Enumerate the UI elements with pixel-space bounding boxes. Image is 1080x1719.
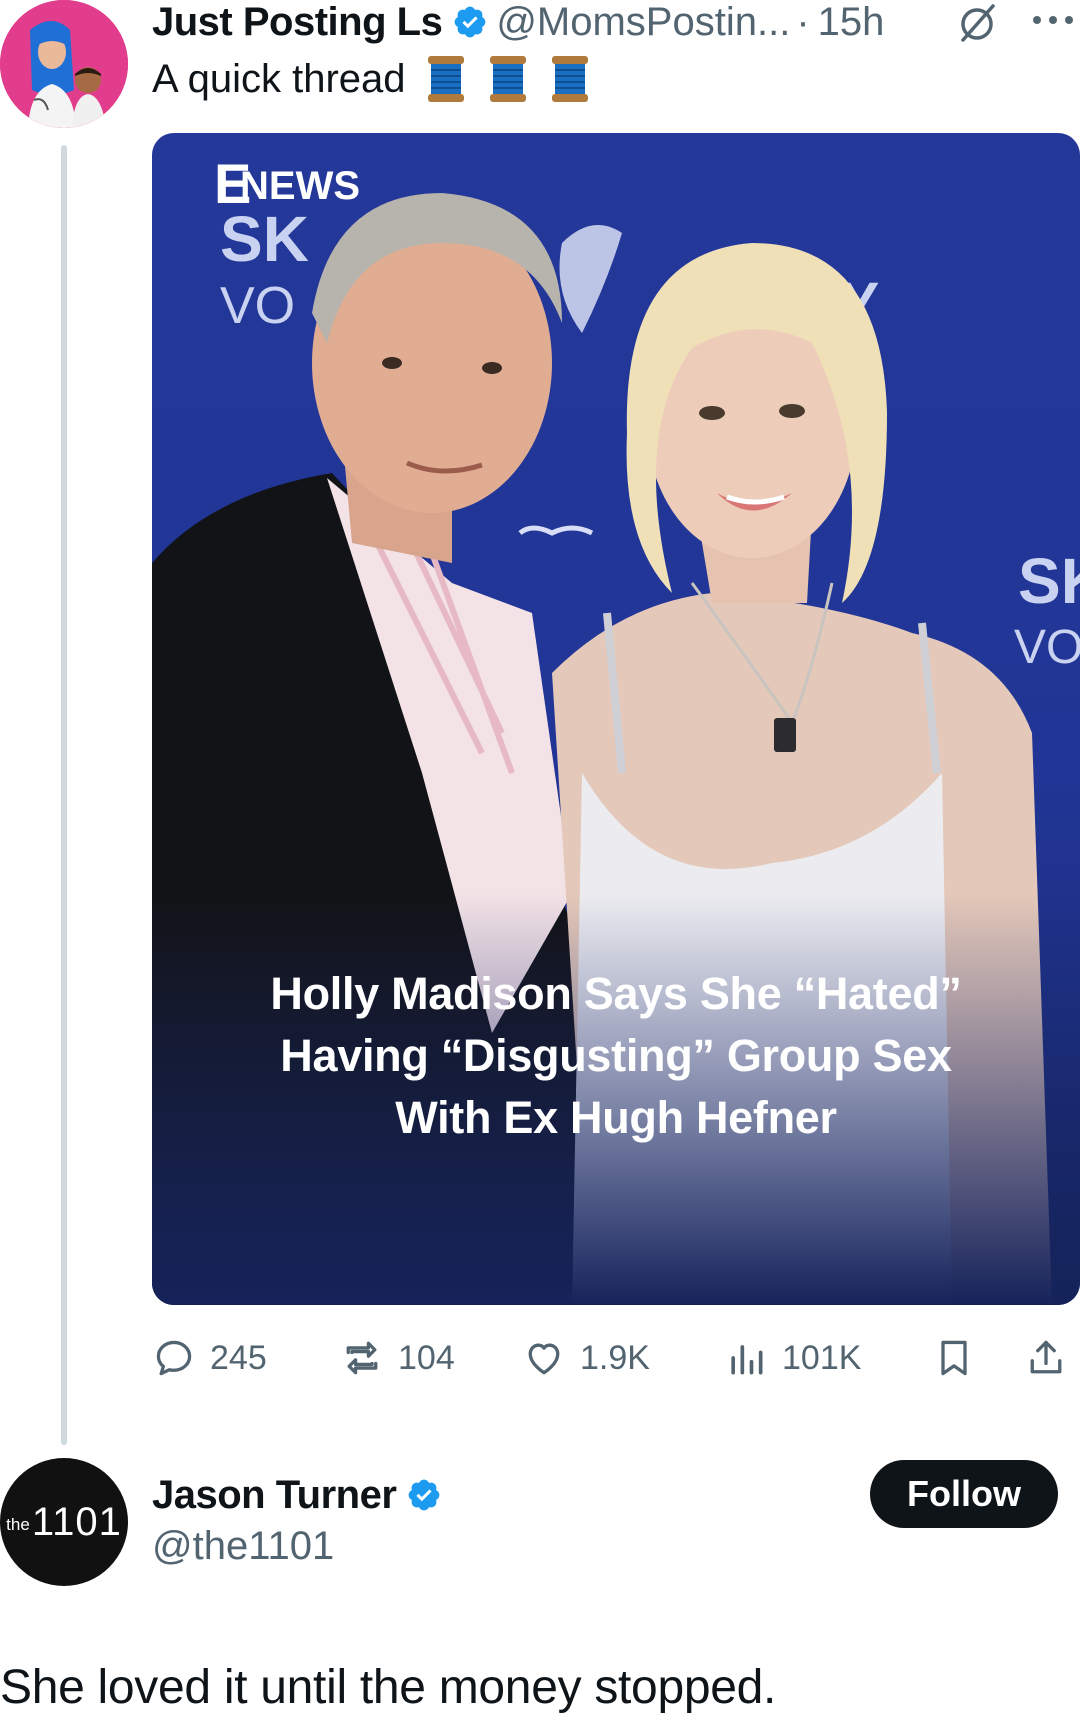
author-avatar[interactable] bbox=[0, 0, 128, 128]
backdrop-text-sk-right: SK bbox=[1018, 545, 1080, 617]
backdrop-text-vo-right: VO bbox=[1014, 621, 1080, 674]
tweet-header: Just Posting Ls @MomsPostin... · 15h bbox=[152, 0, 884, 44]
reply-text: She loved it until the money stopped. bbox=[0, 1661, 777, 1714]
verified-badge-icon bbox=[409, 1479, 440, 1511]
avatar-text-number: 1101 bbox=[31, 1499, 122, 1544]
heart-icon bbox=[528, 1343, 560, 1375]
reply-count: 245 bbox=[210, 1338, 267, 1377]
share-icon bbox=[1030, 1340, 1062, 1374]
spool-of-thread-icon bbox=[551, 56, 588, 102]
reply-author-name-row: Jason Turner bbox=[152, 1470, 450, 1520]
repost-icon bbox=[346, 1341, 378, 1375]
follow-button[interactable]: Follow bbox=[870, 1460, 1058, 1528]
reply-author-name[interactable]: Jason Turner bbox=[152, 1473, 397, 1518]
reply-author-avatar[interactable]: the 1101 bbox=[0, 1458, 128, 1586]
like-button[interactable]: 1.9K bbox=[522, 1330, 650, 1386]
tweet-action-bar: 245 104 1.9K 101K bbox=[152, 1330, 1080, 1386]
emoji-group bbox=[424, 54, 592, 104]
headline-line: With Ex Hugh Hefner bbox=[395, 1092, 837, 1143]
separator-dot: · bbox=[796, 0, 810, 44]
repost-count: 104 bbox=[398, 1338, 455, 1377]
backdrop-text-sk: SK bbox=[220, 203, 309, 275]
thread-connector-line bbox=[61, 145, 67, 1445]
reply-icon bbox=[156, 1340, 192, 1376]
tweet-text-row: A quick thread bbox=[152, 54, 592, 104]
author-handle[interactable]: @MomsPostin... bbox=[496, 0, 790, 45]
bar-chart-icon bbox=[731, 1345, 763, 1375]
tweet-media-image[interactable]: E NEWS SK VO YY A SK VO bbox=[152, 133, 1080, 1305]
bookmark-icon bbox=[941, 1340, 967, 1376]
reply-author-handle[interactable]: @the1101 bbox=[152, 1524, 334, 1569]
view-count: 101K bbox=[782, 1338, 862, 1377]
tweet-text: A quick thread bbox=[152, 56, 406, 101]
like-count: 1.9K bbox=[580, 1338, 650, 1377]
headline-line: Holly Madison Says She “Hated” bbox=[270, 968, 962, 1019]
grok-icon[interactable] bbox=[955, 0, 999, 44]
views-button[interactable]: 101K bbox=[724, 1330, 861, 1386]
spool-of-thread-icon bbox=[489, 56, 526, 102]
headline-line: Having “Disgusting” Group Sex bbox=[280, 1030, 952, 1081]
reply-button[interactable]: 245 bbox=[152, 1330, 267, 1386]
spool-of-thread-icon bbox=[427, 56, 464, 102]
share-button[interactable] bbox=[1024, 1330, 1080, 1386]
more-options-icon[interactable] bbox=[1030, 12, 1076, 28]
avatar-text-prefix: the bbox=[6, 1515, 30, 1534]
tweet-timestamp[interactable]: 15h bbox=[818, 0, 885, 45]
repost-button[interactable]: 104 bbox=[340, 1330, 455, 1386]
verified-badge-icon bbox=[454, 6, 486, 38]
media-headline: Holly Madison Says She “Hated” Having “D… bbox=[152, 963, 1080, 1149]
author-name[interactable]: Just Posting Ls bbox=[152, 0, 443, 45]
bookmark-button[interactable] bbox=[932, 1330, 990, 1386]
backdrop-text-vo: VO bbox=[220, 277, 295, 335]
backdrop-text-news: NEWS bbox=[240, 164, 360, 208]
